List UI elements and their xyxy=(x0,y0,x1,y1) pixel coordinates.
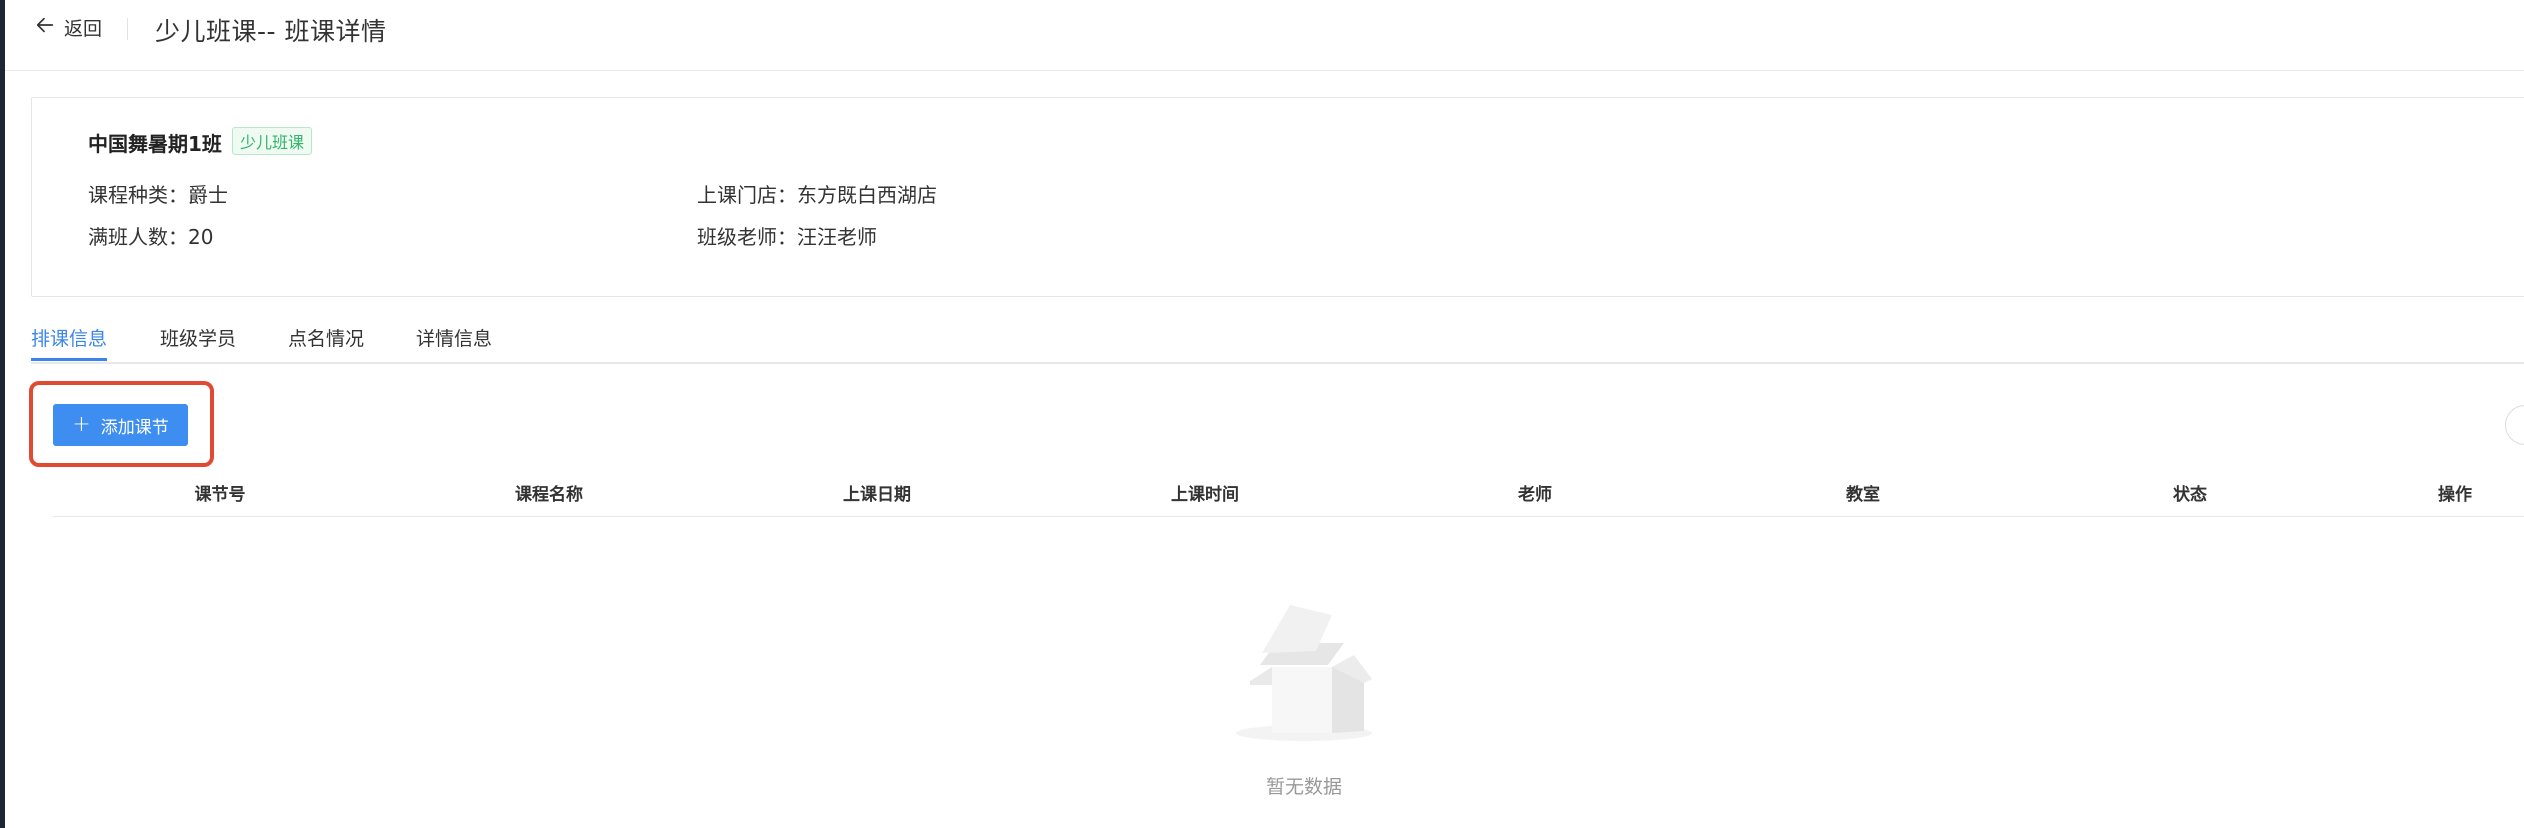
add-lesson-label: 添加课节 xyxy=(100,417,169,438)
class-name: 中国舞暑期1班 xyxy=(88,132,222,156)
header-divider xyxy=(127,18,128,40)
course-type-field: 课程种类：爵士 xyxy=(88,179,228,208)
empty-box-icon xyxy=(1232,605,1377,749)
capacity-label: 满班人数： xyxy=(88,225,188,249)
detail-tabs: 排课信息 班级学员 点名情况 详情信息 xyxy=(31,320,2524,364)
add-lesson-button[interactable]: + 添加课节 xyxy=(53,404,188,446)
back-button[interactable]: 返回 xyxy=(34,14,102,41)
column-header-actions: 操作 xyxy=(2438,485,2472,505)
teacher-label: 班级老师： xyxy=(697,225,797,249)
empty-state-text: 暂无数据 xyxy=(1265,776,1343,798)
capacity-field: 满班人数：20 xyxy=(88,221,213,250)
teacher-field: 班级老师：汪汪老师 xyxy=(697,221,877,250)
table-header: 课节号 课程名称 上课日期 上课时间 老师 教室 状态 操作 xyxy=(53,470,2524,517)
course-type-value: 爵士 xyxy=(188,183,228,207)
window-left-edge xyxy=(0,0,5,828)
column-header-classroom: 教室 xyxy=(1846,485,1880,505)
active-tab-indicator xyxy=(31,358,107,361)
tab-roll-call[interactable]: 点名情况 xyxy=(288,324,364,351)
class-info-card: 中国舞暑期1班 少儿班课 课程种类：爵士 上课门店：东方既白西湖店 满班人数：2… xyxy=(31,97,2524,297)
tab-details[interactable]: 详情信息 xyxy=(416,324,492,351)
side-action-button[interactable] xyxy=(2505,405,2524,445)
teacher-value: 汪汪老师 xyxy=(797,225,877,249)
class-type-tag: 少儿班课 xyxy=(232,127,313,155)
column-header-date: 上课日期 xyxy=(843,485,911,505)
column-header-course-name: 课程名称 xyxy=(515,485,583,505)
tab-schedule[interactable]: 排课信息 xyxy=(31,324,107,351)
store-field: 上课门店：东方既白西湖店 xyxy=(697,179,937,208)
column-header-time: 上课时间 xyxy=(1171,485,1239,505)
column-header-teacher: 老师 xyxy=(1518,485,1552,505)
page-title: 少儿班课-- 班课详情 xyxy=(155,17,387,46)
store-label: 上课门店： xyxy=(697,183,797,207)
page-header: 返回 少儿班课-- 班课详情 xyxy=(5,0,2524,71)
course-type-label: 课程种类： xyxy=(88,183,188,207)
back-label: 返回 xyxy=(64,18,103,40)
store-value: 东方既白西湖店 xyxy=(797,183,937,207)
capacity-value: 20 xyxy=(188,225,214,249)
column-header-status: 状态 xyxy=(2173,485,2207,505)
tab-students[interactable]: 班级学员 xyxy=(160,324,236,351)
arrow-left-icon xyxy=(34,14,56,41)
column-header-lesson-no: 课节号 xyxy=(194,485,246,505)
plus-icon: + xyxy=(72,412,91,437)
